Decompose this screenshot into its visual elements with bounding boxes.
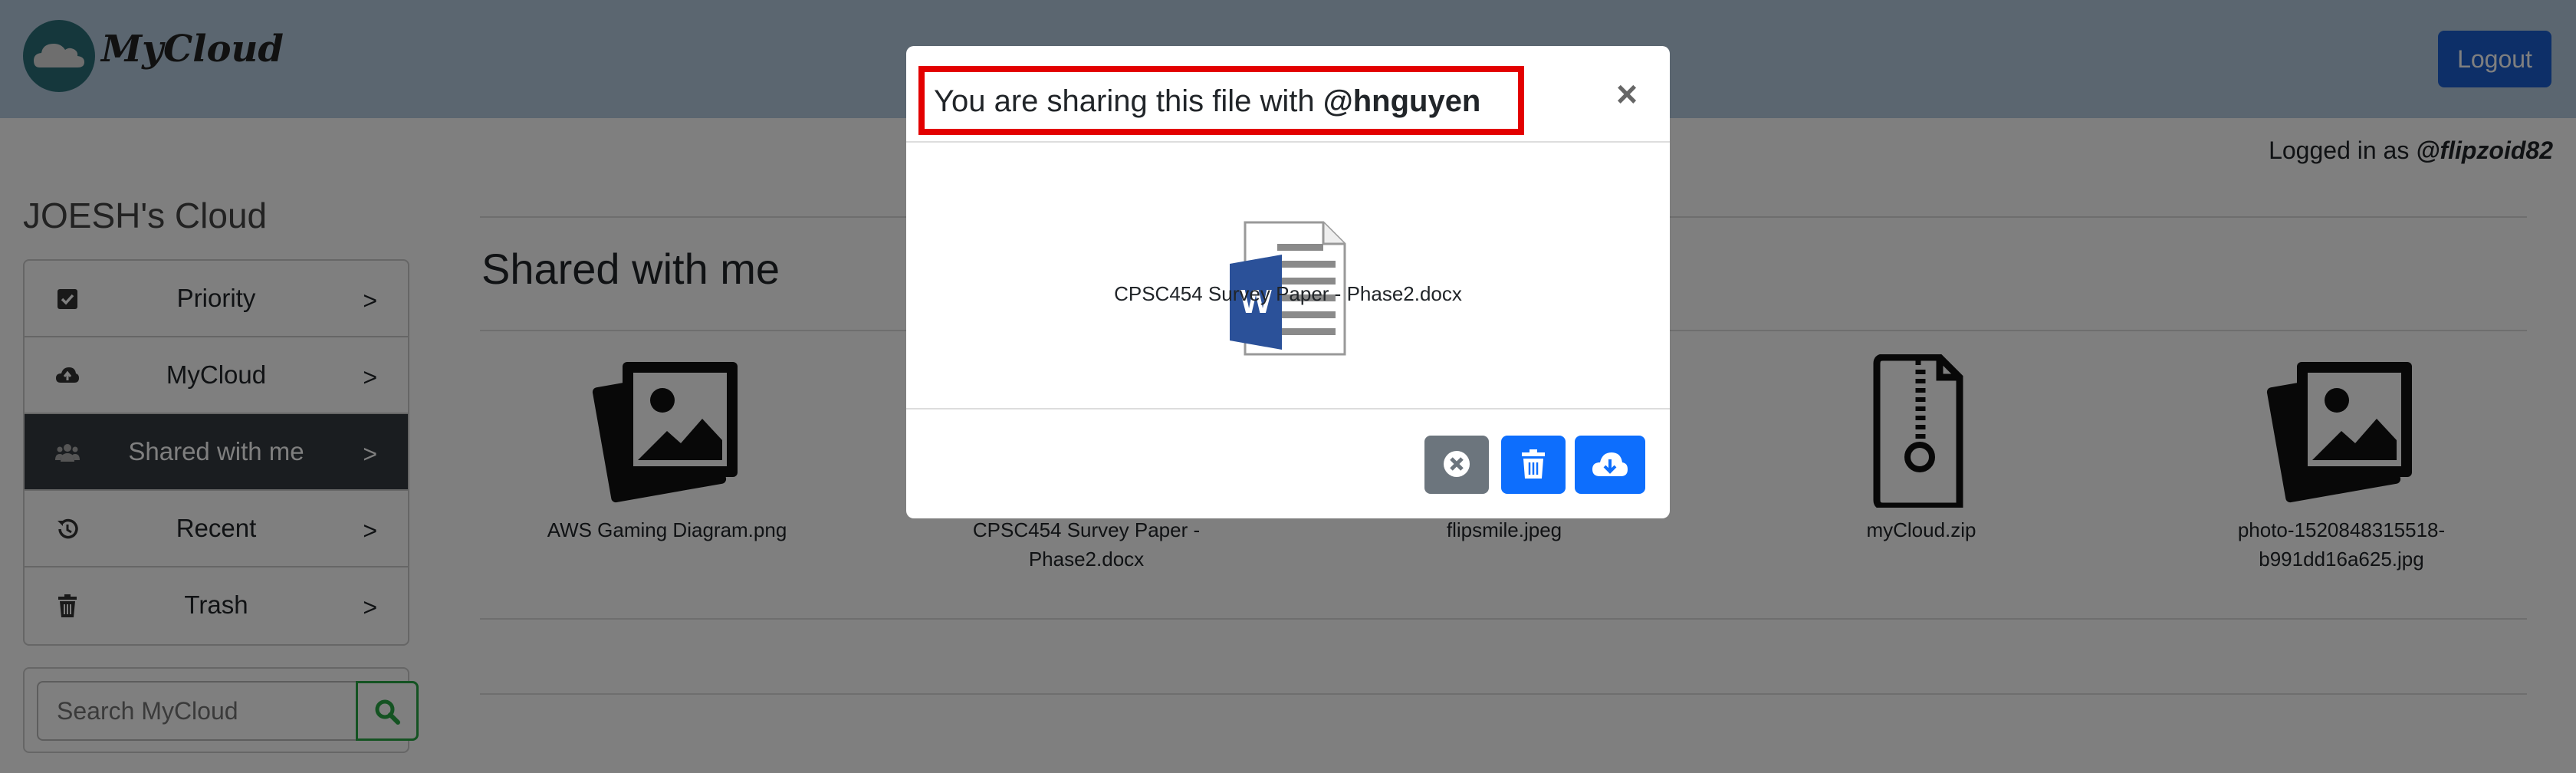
- close-icon[interactable]: ×: [1616, 74, 1638, 116]
- cancel-icon: [1444, 450, 1470, 477]
- modal-header: You are sharing this file with @hnguyen …: [906, 46, 1670, 143]
- trash-icon: [1522, 449, 1545, 479]
- download-button[interactable]: [1575, 436, 1645, 494]
- share-modal: You are sharing this file with @hnguyen …: [906, 46, 1670, 518]
- delete-button[interactable]: [1501, 436, 1566, 494]
- cancel-button[interactable]: [1424, 436, 1489, 494]
- modal-body: W: [906, 144, 1670, 410]
- shared-user: @hnguyen: [1322, 84, 1481, 118]
- modal-title-text: You are sharing this file with: [934, 84, 1323, 118]
- modal-title: You are sharing this file with @hnguyen: [918, 66, 1524, 135]
- cloud-download-icon: [1592, 452, 1628, 476]
- shared-file-name: CPSC454 Survey Paper - Phase2.docx: [1114, 282, 1462, 305]
